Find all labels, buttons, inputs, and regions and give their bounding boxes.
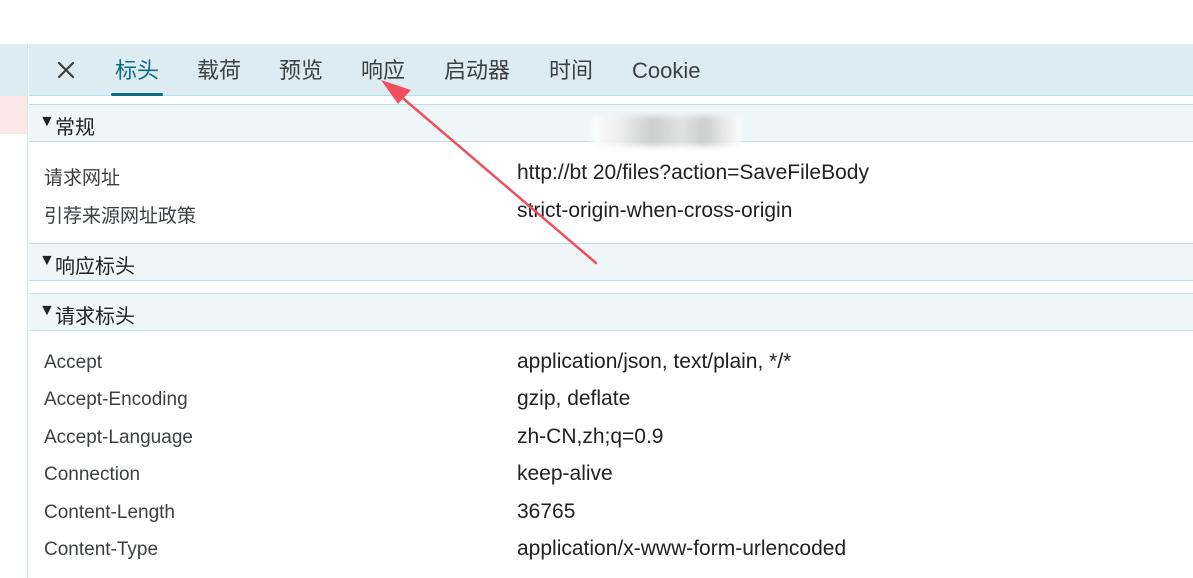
details-tab-bar: 标头 载荷 预览 响应 启动器 时间 Cookie bbox=[29, 44, 1193, 96]
header-value: zh-CN,zh;q=0.9 bbox=[517, 425, 664, 448]
request-header-row: Connection keep-alive bbox=[29, 457, 1193, 495]
close-details-button[interactable] bbox=[53, 56, 79, 84]
request-header-row: Accept-Encoding gzip, deflate bbox=[29, 382, 1193, 420]
header-key: 引荐来源网址政策 bbox=[44, 206, 197, 227]
tab-timing-label: 时间 bbox=[549, 58, 594, 83]
tab-initiator[interactable]: 启动器 bbox=[444, 44, 510, 96]
request-header-row: Accept-Language zh-CN,zh;q=0.9 bbox=[29, 420, 1193, 458]
request-list-row-selected[interactable] bbox=[0, 96, 27, 134]
triangle-down-icon: ▼ bbox=[39, 302, 55, 319]
header-value: gzip, deflate bbox=[517, 387, 631, 410]
triangle-down-icon: ▼ bbox=[39, 252, 55, 269]
active-tab-indicator bbox=[111, 93, 164, 96]
section-response-headers-header[interactable]: ▼ 响应标头 bbox=[29, 243, 1193, 281]
tab-response[interactable]: 响应 bbox=[361, 44, 405, 96]
header-value: application/json, text/plain, */* bbox=[517, 350, 792, 373]
request-list-row[interactable] bbox=[0, 44, 27, 96]
top-blank-area bbox=[0, 0, 1193, 44]
header-key: Accept bbox=[44, 352, 103, 373]
header-value: application/x-www-form-urlencoded bbox=[517, 537, 847, 560]
header-value: http://bt 20/files?action=SaveFileBody bbox=[517, 161, 869, 184]
tab-preview-label: 预览 bbox=[279, 58, 324, 83]
section-request-headers-header[interactable]: ▼ 请求标头 bbox=[29, 293, 1193, 331]
header-key: Accept-Encoding bbox=[44, 389, 188, 410]
tab-response-label: 响应 bbox=[361, 58, 406, 83]
header-key: 请求网址 bbox=[44, 168, 121, 189]
section-general-title: 常规 bbox=[55, 117, 95, 139]
header-key: Content-Length bbox=[44, 502, 175, 523]
request-list-gutter bbox=[0, 44, 28, 578]
tab-preview[interactable]: 预览 bbox=[279, 44, 323, 96]
tab-headers-label: 标头 bbox=[115, 58, 160, 83]
header-value: 36765 bbox=[517, 500, 576, 523]
general-row-request-url: 请求网址 http://bt 20/files?action=SaveFileB… bbox=[29, 156, 1193, 194]
tab-initiator-label: 启动器 bbox=[444, 58, 511, 83]
header-value: keep-alive bbox=[517, 462, 613, 485]
header-key: Accept-Language bbox=[44, 427, 193, 448]
tab-timing[interactable]: 时间 bbox=[549, 44, 593, 96]
tab-payload[interactable]: 载荷 bbox=[197, 44, 241, 96]
header-value: strict-origin-when-cross-origin bbox=[517, 199, 793, 222]
section-response-headers-title: 响应标头 bbox=[55, 256, 135, 278]
header-key: Connection bbox=[44, 464, 141, 485]
request-header-row: Content-Length 36765 bbox=[29, 495, 1193, 533]
request-header-row: Content-Type application/x-www-form-urle… bbox=[29, 532, 1193, 570]
request-header-row: Accept application/json, text/plain, */* bbox=[29, 345, 1193, 383]
tab-headers[interactable]: 标头 bbox=[111, 44, 164, 96]
tab-payload-label: 载荷 bbox=[197, 58, 242, 83]
header-key: Content-Type bbox=[44, 539, 159, 560]
tab-cookies-label: Cookie bbox=[632, 58, 701, 83]
close-icon bbox=[57, 61, 75, 79]
section-request-headers-title: 请求标头 bbox=[55, 306, 135, 328]
redaction-blur bbox=[592, 116, 742, 146]
general-row-referrer-policy: 引荐来源网址政策 strict-origin-when-cross-origin bbox=[29, 194, 1193, 232]
tab-cookies[interactable]: Cookie bbox=[632, 44, 700, 96]
triangle-down-icon: ▼ bbox=[39, 113, 55, 130]
